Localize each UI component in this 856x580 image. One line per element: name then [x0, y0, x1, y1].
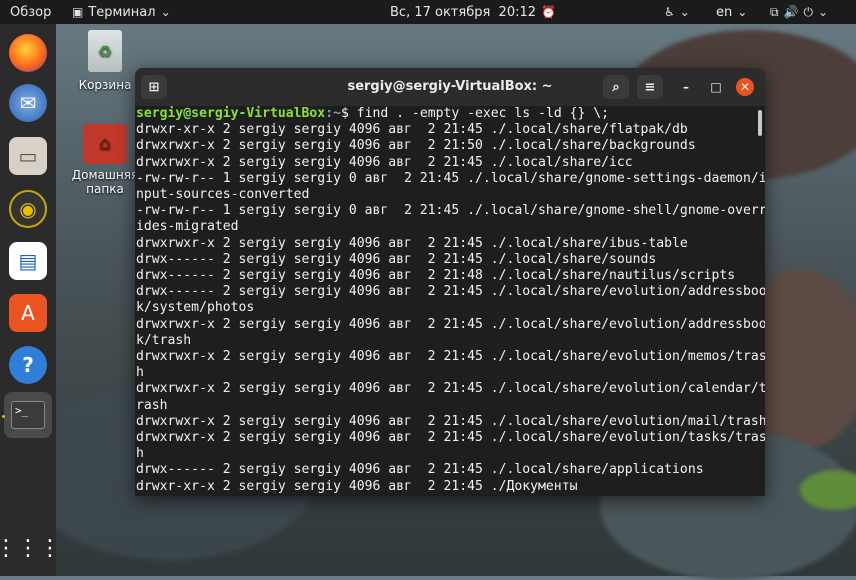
app-menu-label: Терминал: [88, 4, 156, 20]
close-icon: ✕: [739, 80, 751, 94]
terminal-line: drwxrwxr-x 2 sergiy sergiy 4096 авг 2 21…: [136, 316, 765, 332]
prompt-command: $ find . -empty -exec ls -ld {} \;: [340, 106, 610, 121]
apps-grid-icon[interactable]: ⋮⋮⋮: [0, 529, 61, 567]
thunderbird-icon[interactable]: ✉: [9, 84, 47, 122]
terminal-line: nput-sources-converted: [136, 187, 310, 203]
window-title: sergiy@sergiy-VirtualBox: ~: [347, 79, 553, 94]
clock-label: Вс, 17 октября 20:12: [390, 4, 537, 20]
terminal-icon: >_: [11, 401, 45, 429]
volume-icon: 🔊: [783, 5, 799, 19]
terminal-line: drwx------ 2 sergiy sergiy 4096 авг 2 21…: [136, 268, 736, 284]
minimize-icon: –: [683, 80, 689, 94]
search-button[interactable]: ⌕: [603, 75, 629, 99]
desktop-home-folder[interactable]: ⌂ Домашняя папка: [70, 124, 140, 196]
close-button[interactable]: ✕: [736, 78, 754, 96]
terminal-line: drwxr-xr-x 2 sergiy sergiy 4096 авг 2 21…: [136, 122, 688, 138]
chevron-down-icon: ⌄: [160, 5, 171, 19]
scrollbar[interactable]: [758, 110, 762, 136]
maximize-button[interactable]: □: [707, 78, 725, 96]
terminal-line: h: [136, 446, 144, 462]
chevron-down-icon: ⌄: [737, 5, 748, 19]
accessibility-menu[interactable]: ♿ ⌄: [664, 0, 690, 24]
terminal-line: drwxrwxr-x 2 sergiy sergiy 4096 авг 2 21…: [136, 235, 688, 251]
app-menu[interactable]: ▣ Терминал ⌄: [72, 0, 171, 24]
terminal-line: drwxrwxr-x 2 sergiy sergiy 4096 авг 2 21…: [136, 413, 765, 429]
chevron-down-icon: ⌄: [818, 5, 829, 19]
terminal-line: drwxrwxr-x 2 sergiy sergiy 4096 авг 2 21…: [136, 430, 765, 446]
terminal-line: k/trash: [136, 332, 192, 348]
minimize-button[interactable]: –: [677, 78, 695, 96]
terminal-line: h: [136, 365, 144, 381]
lang-label: en: [716, 4, 733, 20]
writer-icon[interactable]: ▤: [9, 242, 47, 280]
maximize-icon: □: [710, 80, 722, 94]
activities-button[interactable]: Обзор: [10, 0, 51, 24]
running-indicator: [2, 415, 5, 418]
system-menu[interactable]: ⧉ 🔊 ⏻ ⌄: [770, 0, 828, 24]
terminal-dock-item[interactable]: >_: [4, 392, 52, 438]
chevron-down-icon: ⌄: [679, 5, 690, 19]
terminal-line: -rw-rw-r-- 1 sergiy sergiy 0 авг 2 21:45…: [136, 203, 765, 219]
alarm-icon: ⏰: [541, 5, 556, 19]
terminal-line: drwxrwxr-x 2 sergiy sergiy 4096 авг 2 21…: [136, 154, 633, 170]
terminal-app-icon: ▣: [72, 5, 84, 19]
top-bar: Обзор ▣ Терминал ⌄ Вс, 17 октября 20:12 …: [0, 0, 856, 24]
menu-button[interactable]: ≡: [637, 75, 663, 99]
terminal-line: drwx------ 2 sergiy sergiy 4096 авг 2 21…: [136, 462, 704, 478]
accessibility-icon: ♿: [664, 5, 675, 19]
terminal-line: k/system/photos: [136, 300, 255, 316]
desktop-trash[interactable]: ♻ Корзина: [70, 30, 140, 92]
terminal-window[interactable]: ⊞ sergiy@sergiy-VirtualBox: ~ ⌕ ≡ – □ ✕ …: [135, 68, 765, 496]
clock[interactable]: Вс, 17 октября 20:12 ⏰: [390, 0, 556, 24]
terminal-line: drwxr-xr-x 2 sergiy sergiy 4096 авг 2 21…: [136, 478, 578, 494]
network-icon: ⧉: [770, 4, 779, 19]
firefox-icon[interactable]: [9, 34, 47, 72]
terminal-output[interactable]: sergiy@sergiy-VirtualBox:~$ find . -empt…: [135, 106, 765, 496]
home-folder-icon: ⌂: [83, 124, 127, 164]
activities-label: Обзор: [10, 4, 52, 20]
power-icon: ⏻: [803, 4, 814, 19]
dock: ✉ ▭ ◉ ▤ A ? >_ ⋮⋮⋮: [0, 24, 61, 576]
terminal-line: drwxrwxr-x 2 sergiy sergiy 4096 авг 2 21…: [136, 349, 765, 365]
terminal-line: ides-migrated: [136, 219, 239, 235]
trash-label: Корзина: [78, 78, 132, 92]
home-folder-label: Домашняя папка: [71, 168, 139, 196]
terminal-line: -rw-rw-r-- 1 sergiy sergiy 0 авг 2 21:45…: [136, 170, 765, 186]
prompt-path: :~: [325, 106, 341, 121]
terminal-headerbar[interactable]: ⊞ sergiy@sergiy-VirtualBox: ~ ⌕ ≡ – □ ✕: [135, 68, 765, 106]
terminal-line: drwxrwxr-x 2 sergiy sergiy 4096 авг 2 21…: [136, 381, 765, 397]
search-icon: ⌕: [612, 79, 620, 95]
prompt-user: sergiy@sergiy-VirtualBox: [136, 106, 326, 121]
terminal-line: rash: [136, 397, 168, 413]
hamburger-icon: ≡: [644, 79, 656, 95]
trash-icon: ♻: [88, 30, 122, 72]
terminal-line: drwx------ 2 sergiy sergiy 4096 авг 2 21…: [136, 284, 765, 300]
software-icon[interactable]: A: [9, 294, 47, 332]
help-icon[interactable]: ?: [9, 346, 47, 384]
files-icon[interactable]: ▭: [9, 137, 47, 175]
rhythmbox-icon[interactable]: ◉: [9, 190, 47, 228]
keyboard-layout-menu[interactable]: en ⌄: [716, 0, 747, 24]
terminal-line: drwx------ 2 sergiy sergiy 4096 авг 2 21…: [136, 251, 657, 267]
terminal-line: drwxrwxr-x 2 sergiy sergiy 4096 авг 2 21…: [136, 138, 696, 154]
